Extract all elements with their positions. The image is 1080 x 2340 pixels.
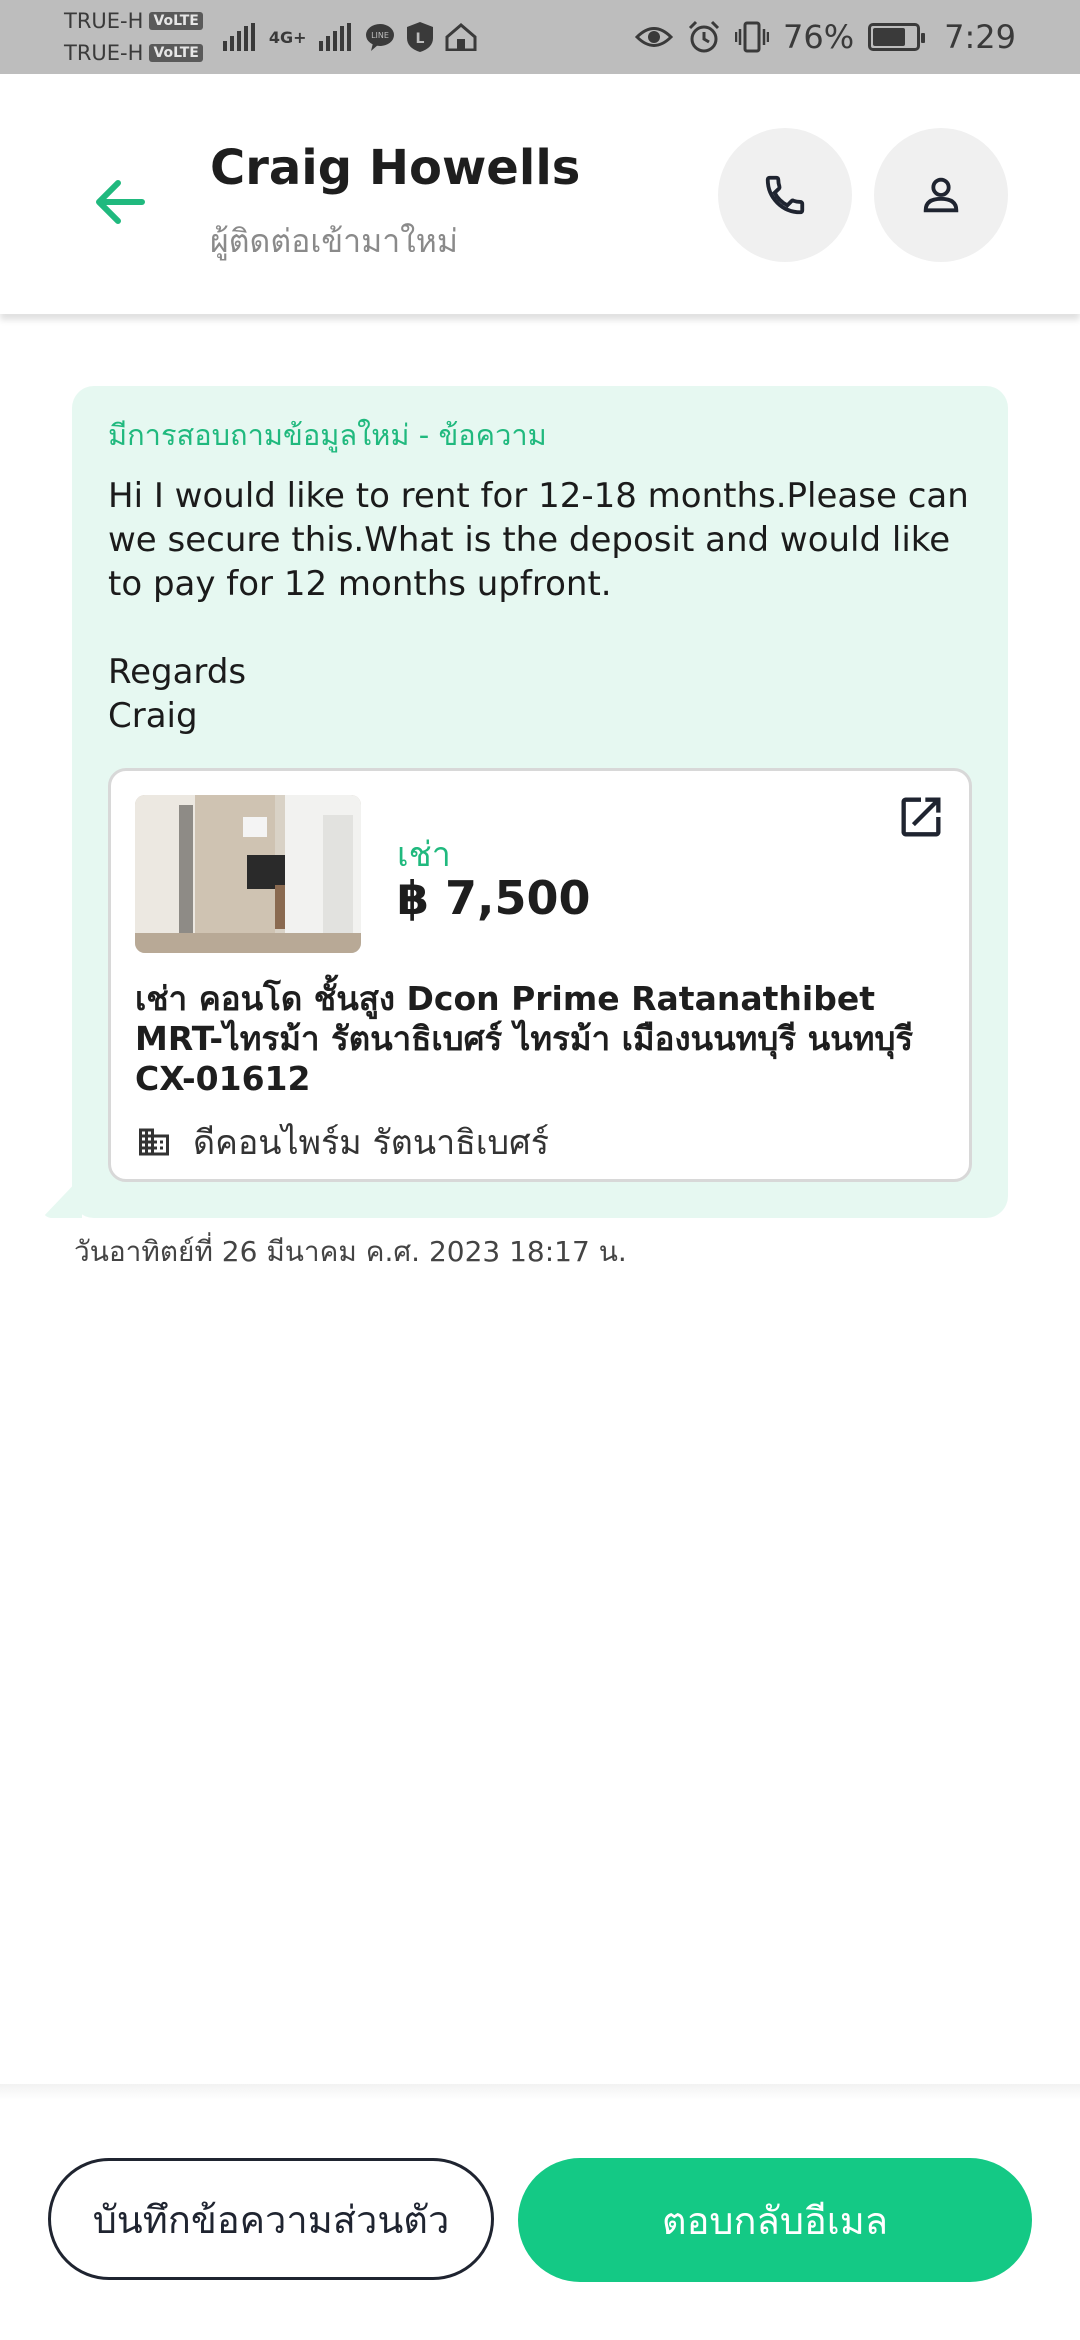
carrier-1-label: TRUE-H bbox=[64, 9, 144, 33]
contact-status: ผู้ติดต่อเข้ามาใหม่ bbox=[210, 222, 458, 260]
battery-icon bbox=[868, 23, 926, 51]
reply-email-button[interactable]: ตอบกลับอีเมล bbox=[518, 2158, 1032, 2282]
listing-photo bbox=[135, 795, 361, 953]
vibrate-icon bbox=[735, 21, 770, 53]
contact-name: Craig Howells bbox=[210, 140, 581, 196]
call-button[interactable] bbox=[718, 128, 852, 262]
carrier-2: TRUE-H VoLTE bbox=[64, 37, 203, 69]
eye-icon bbox=[635, 27, 674, 47]
battery-percent: 76% bbox=[783, 18, 855, 56]
signal-icon bbox=[318, 23, 351, 51]
message-timestamp: วันอาทิตย์ที่ 26 มีนาคม ค.ศ. 2023 18:17 … bbox=[74, 1235, 627, 1268]
network-type: 4G+ bbox=[268, 27, 307, 47]
signal-icon bbox=[222, 23, 255, 51]
open-external-icon[interactable] bbox=[895, 791, 947, 843]
clock: 7:29 bbox=[944, 18, 1016, 56]
svg-text:L: L bbox=[415, 31, 424, 47]
l-app-icon: L bbox=[406, 22, 433, 52]
volte-badge: VoLTE bbox=[149, 44, 203, 62]
listing-card[interactable]: เช่า ฿ 7,500 เช่า คอนโด ชั้นสูง Dcon Pri… bbox=[108, 768, 972, 1182]
building-icon bbox=[139, 1128, 169, 1156]
message-title: มีการสอบถามข้อมูลใหม่ - ข้อความ bbox=[108, 418, 547, 452]
listing-title: เช่า คอนโด ชั้นสูง Dcon Prime Ratanathib… bbox=[135, 979, 914, 1098]
status-bar-right: 76% 7:29 bbox=[635, 18, 1016, 56]
listing-building-name: ดีคอนไพร์ม รัตนาธิเบศร์ bbox=[193, 1123, 549, 1163]
carrier-1: TRUE-H VoLTE bbox=[64, 5, 203, 37]
status-icons-left: 4G+ LINE L bbox=[222, 22, 477, 52]
line-app-icon: LINE bbox=[365, 24, 394, 51]
alarm-icon bbox=[688, 20, 720, 53]
listing-price: ฿ 7,500 bbox=[397, 871, 591, 925]
listing-building: ดีคอนไพร์ม รัตนาธิเบศร์ bbox=[135, 1115, 549, 1169]
back-button[interactable] bbox=[80, 162, 160, 242]
room-photo-illustration bbox=[135, 795, 361, 953]
status-bar: TRUE-H VoLTE TRUE-H VoLTE 4G+ LINE L 76%… bbox=[0, 0, 1080, 74]
person-icon bbox=[923, 177, 959, 213]
bottom-divider bbox=[0, 2084, 1080, 2100]
home-app-icon bbox=[445, 23, 477, 51]
message-body: Hi I would like to rent for 12-18 months… bbox=[108, 476, 969, 736]
carrier-info: TRUE-H VoLTE TRUE-H VoLTE bbox=[64, 5, 203, 69]
arrow-left-icon bbox=[96, 180, 145, 224]
contact-profile-button[interactable] bbox=[874, 128, 1008, 262]
svg-text:LINE: LINE bbox=[371, 31, 389, 40]
conversation-header: Craig Howells ผู้ติดต่อเข้ามาใหม่ bbox=[0, 74, 1080, 314]
phone-icon bbox=[765, 175, 805, 215]
message-bubble: มีการสอบถามข้อมูลใหม่ - ข้อความ Hi I wou… bbox=[72, 386, 1008, 1218]
private-note-button[interactable]: บันทึกข้อความส่วนตัว bbox=[48, 2158, 494, 2280]
carrier-2-label: TRUE-H bbox=[64, 41, 144, 65]
volte-badge: VoLTE bbox=[149, 12, 203, 30]
status-bar-left: TRUE-H VoLTE TRUE-H VoLTE 4G+ LINE L bbox=[64, 5, 477, 69]
battery-fill bbox=[873, 28, 906, 46]
